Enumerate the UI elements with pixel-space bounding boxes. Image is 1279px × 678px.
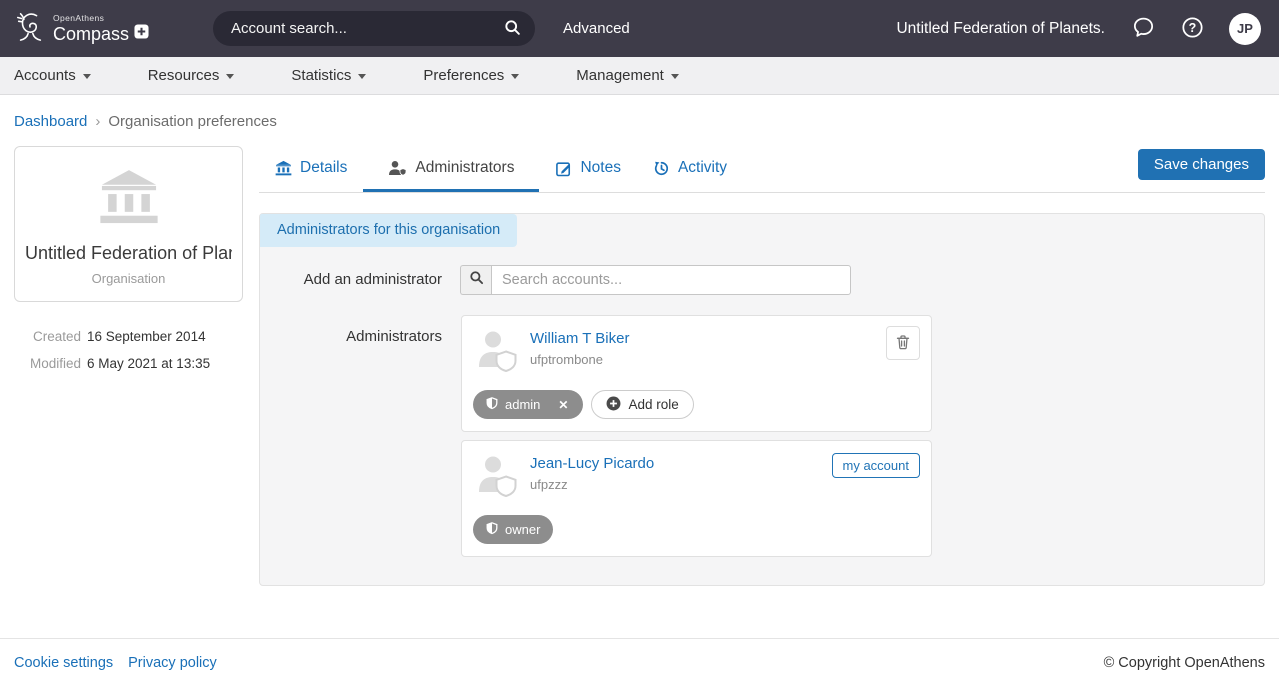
add-administrator-label: Add an administrator	[260, 265, 442, 295]
delete-admin-button[interactable]	[886, 326, 920, 360]
brand-logo[interactable]: OpenAthens Compass	[14, 8, 149, 49]
shield-icon	[486, 522, 498, 538]
admin-card: Jean-Lucy Picardo ufpzzz my account	[461, 440, 932, 557]
role-label: admin	[505, 397, 540, 412]
person-shield-icon	[388, 160, 407, 176]
add-role-button[interactable]: Add role	[591, 390, 693, 419]
account-search-button[interactable]	[496, 15, 529, 43]
modified-label: Modified	[14, 356, 81, 371]
privacy-policy-link[interactable]: Privacy policy	[128, 655, 217, 671]
help-button[interactable]: ?	[1180, 15, 1205, 43]
help-circle-icon: ?	[1180, 15, 1205, 43]
menu-statistics-label: Statistics	[291, 67, 351, 84]
tab-details[interactable]: Details	[259, 146, 363, 192]
shield-icon	[486, 397, 498, 413]
administrators-panel: Administrators for this organisation Add…	[259, 213, 1265, 586]
tab-notes[interactable]: Notes	[539, 146, 637, 192]
save-changes-button[interactable]: Save changes	[1138, 149, 1265, 180]
copyright-text: © Copyright OpenAthens	[1104, 655, 1265, 671]
created-label: Created	[14, 329, 81, 344]
menu-management-label: Management	[576, 67, 664, 84]
note-pencil-icon	[555, 160, 572, 177]
menu-accounts[interactable]: Accounts	[14, 67, 91, 84]
plus-circle-icon	[606, 396, 621, 414]
bank-icon	[275, 160, 292, 176]
plus-badge-icon	[134, 24, 149, 43]
admin-username: ufpzzz	[530, 477, 654, 492]
history-icon	[653, 160, 670, 177]
footer: Cookie settings Privacy policy © Copyrig…	[0, 638, 1279, 671]
trash-icon	[895, 334, 911, 353]
tab-administrators-label: Administrators	[415, 159, 514, 177]
tab-details-label: Details	[300, 159, 347, 177]
chevron-down-icon	[511, 74, 519, 79]
account-search-box	[213, 11, 535, 46]
organisation-card: Untitled Federation of Plan... Organisat…	[14, 146, 243, 302]
admin-username: ufptrombone	[530, 352, 629, 367]
breadcrumb-separator: ›	[95, 113, 100, 130]
breadcrumb-current: Organisation preferences	[108, 113, 276, 130]
topbar: OpenAthens Compass Advanc	[0, 0, 1279, 57]
avatar-placeholder-icon	[473, 451, 519, 502]
breadcrumb: Dashboard › Organisation preferences	[0, 95, 1279, 146]
avatar-placeholder-icon	[473, 326, 519, 377]
brand-openathens-label: OpenAthens	[53, 14, 149, 23]
bank-icon	[96, 212, 162, 229]
menu-statistics[interactable]: Statistics	[291, 67, 366, 84]
panel-header-tab[interactable]: Administrators for this organisation	[260, 214, 517, 247]
menu-preferences-label: Preferences	[423, 67, 504, 84]
organisation-meta: Created 16 September 2014 Modified 6 May…	[14, 329, 243, 371]
add-role-label: Add role	[628, 397, 678, 412]
tabs-bar: Details Administrators	[259, 146, 1265, 193]
brand-compass-label: Compass	[53, 25, 129, 43]
chevron-down-icon	[83, 74, 91, 79]
account-search-input[interactable]	[231, 20, 496, 37]
tab-activity-label: Activity	[678, 159, 727, 177]
cookie-settings-link[interactable]: Cookie settings	[14, 655, 113, 671]
menu-preferences[interactable]: Preferences	[423, 67, 519, 84]
role-label: owner	[505, 522, 540, 537]
search-icon	[469, 270, 484, 290]
organisation-title: Untitled Federation of Plan...	[25, 243, 232, 264]
feedback-button[interactable]	[1131, 15, 1156, 43]
search-icon	[504, 19, 521, 39]
created-value: 16 September 2014	[87, 329, 206, 344]
role-pill-admin: admin ✕	[473, 390, 583, 419]
menu-management[interactable]: Management	[576, 67, 679, 84]
admin-card: William T Biker ufptrombone	[461, 315, 932, 432]
add-administrator-search-group	[460, 265, 851, 295]
svg-text:?: ?	[1189, 20, 1197, 34]
administrators-label: Administrators	[260, 315, 442, 565]
breadcrumb-dashboard-link[interactable]: Dashboard	[14, 113, 87, 130]
chat-bubble-icon	[1131, 15, 1156, 43]
user-avatar[interactable]: JP	[1229, 13, 1261, 45]
brand-wordmark: OpenAthens Compass	[53, 14, 149, 44]
menu-resources-label: Resources	[148, 67, 220, 84]
search-addon-button[interactable]	[460, 265, 491, 295]
organisation-type: Organisation	[25, 271, 232, 286]
tab-administrators[interactable]: Administrators	[363, 146, 539, 192]
my-account-badge: my account	[832, 453, 920, 478]
federation-name: Untitled Federation of Planets.	[896, 20, 1105, 38]
main-menu: Accounts Resources Statistics Preference…	[0, 57, 1279, 95]
modified-value: 6 May 2021 at 13:35	[87, 356, 210, 371]
chevron-down-icon	[671, 74, 679, 79]
role-pill-owner: owner	[473, 515, 553, 544]
search-accounts-input[interactable]	[491, 265, 851, 295]
menu-resources[interactable]: Resources	[148, 67, 235, 84]
tab-notes-label: Notes	[580, 159, 621, 177]
advanced-search-link[interactable]: Advanced	[563, 20, 630, 37]
tab-activity[interactable]: Activity	[637, 146, 743, 192]
openathens-owl-icon	[14, 8, 46, 49]
chevron-down-icon	[358, 74, 366, 79]
admin-name-link[interactable]: William T Biker	[530, 330, 629, 347]
menu-accounts-label: Accounts	[14, 67, 76, 84]
admin-name-link[interactable]: Jean-Lucy Picardo	[530, 455, 654, 472]
chevron-down-icon	[226, 74, 234, 79]
remove-role-button[interactable]: ✕	[556, 398, 570, 412]
